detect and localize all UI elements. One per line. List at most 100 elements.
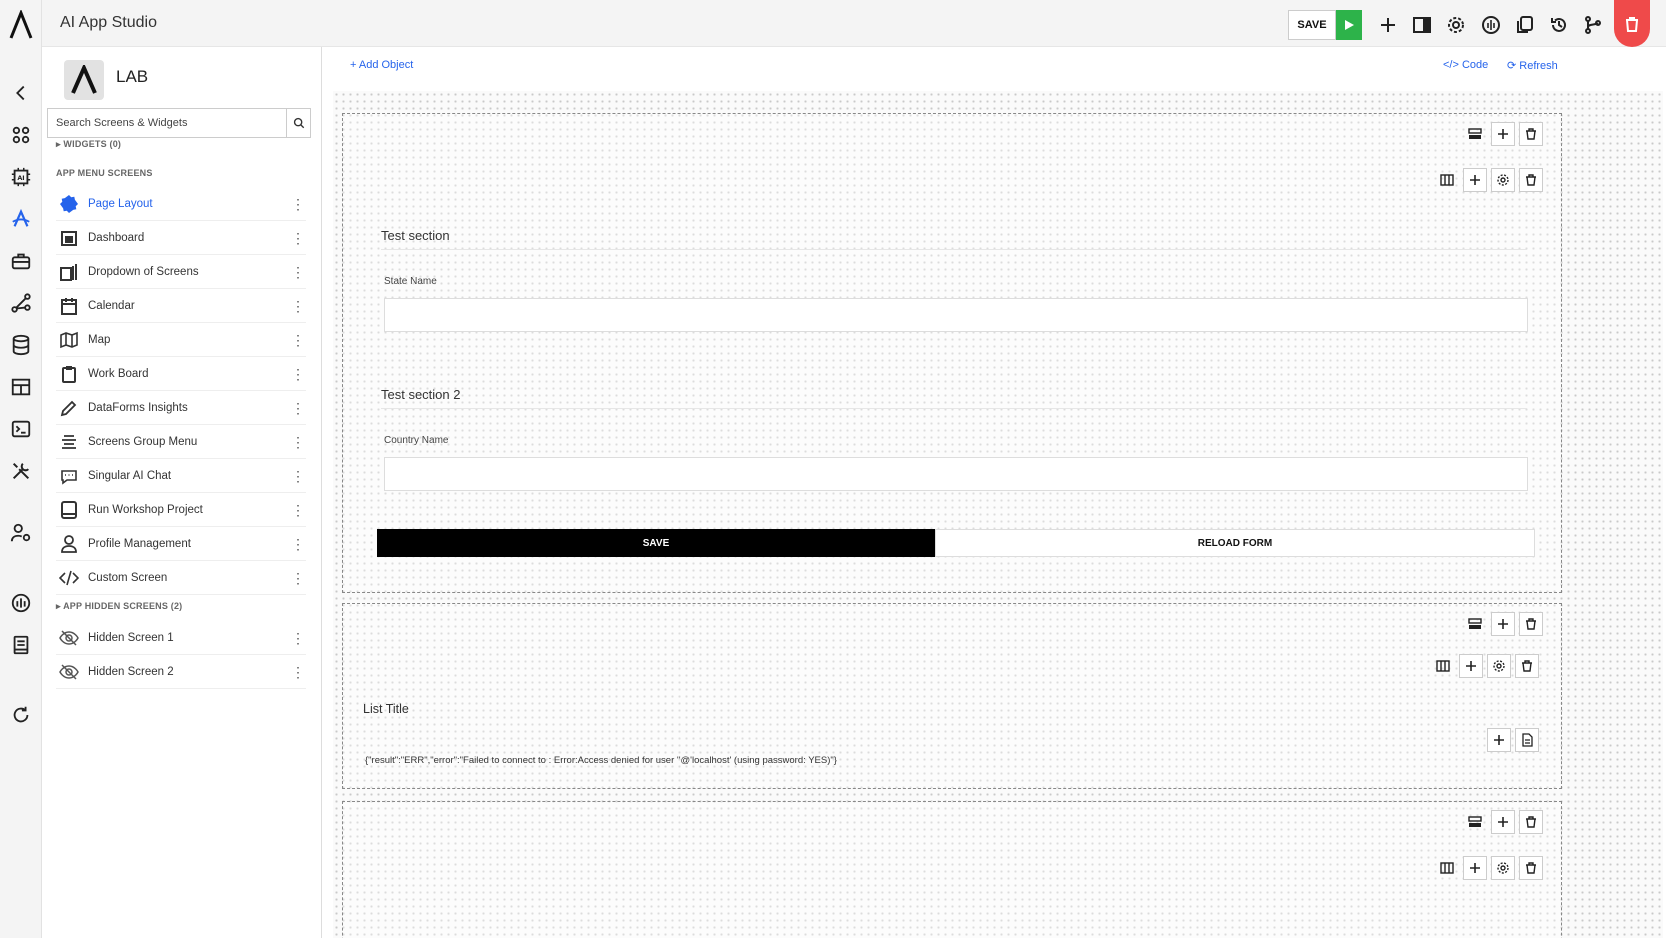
row-layout-icon[interactable] — [1463, 810, 1487, 834]
row-layout-icon[interactable] — [1463, 612, 1487, 636]
sidebar-item-profile-management[interactable]: Profile Management ⋮ — [56, 527, 306, 561]
widgets-group-toggle[interactable]: ▸ WIDGETS (0) — [56, 139, 121, 150]
workflow-icon[interactable] — [6, 288, 36, 318]
toolbar-save-button[interactable]: SAVE — [1288, 10, 1336, 40]
list-block[interactable]: List Title {"result":"ERR","error":"Fail… — [342, 603, 1562, 789]
play-icon[interactable] — [1336, 10, 1362, 40]
sidebar-item-hidden-screen-1[interactable]: Hidden Screen 1 ⋮ — [56, 621, 306, 655]
docs-icon[interactable] — [6, 630, 36, 660]
state-name-input[interactable] — [384, 298, 1528, 332]
apps-grid-icon[interactable] — [6, 120, 36, 150]
columns-icon[interactable] — [1431, 654, 1455, 678]
column-settings-icon[interactable] — [1491, 856, 1515, 880]
duplicate-icon[interactable] — [1512, 12, 1538, 38]
refresh-link[interactable]: ⟳ Refresh — [1507, 59, 1558, 72]
more-options-icon[interactable]: ⋮ — [290, 435, 306, 449]
app-studio-icon[interactable] — [6, 204, 36, 234]
more-options-icon[interactable]: ⋮ — [290, 333, 306, 347]
form-block[interactable]: Test section State Name Test section 2 C… — [342, 113, 1562, 593]
user-settings-icon[interactable] — [6, 518, 36, 548]
sidebar-item-dashboard[interactable]: Dashboard ⋮ — [56, 221, 306, 255]
add-row-icon[interactable] — [1491, 810, 1515, 834]
sidebar-item-dropdown-of-screens[interactable]: Dropdown of Screens ⋮ — [56, 255, 306, 289]
info-icon[interactable] — [1478, 12, 1504, 38]
add-item-icon[interactable] — [1487, 728, 1511, 752]
sidebar-item-label: Hidden Screen 1 — [88, 631, 174, 644]
country-name-input[interactable] — [384, 457, 1528, 491]
database-icon[interactable] — [6, 330, 36, 360]
info-circle-icon[interactable] — [6, 588, 36, 618]
columns-icon[interactable] — [1435, 168, 1459, 192]
more-options-icon[interactable]: ⋮ — [290, 299, 306, 313]
delete-column-icon[interactable] — [1519, 856, 1543, 880]
add-object-link[interactable]: + Add Object — [350, 59, 413, 71]
code-icon — [56, 565, 82, 591]
columns-icon[interactable] — [1435, 856, 1459, 880]
column-settings-icon[interactable] — [1491, 168, 1515, 192]
sidebar-item-work-board[interactable]: Work Board ⋮ — [56, 357, 306, 391]
code-link[interactable]: </> Code — [1443, 59, 1488, 71]
sidebar-item-map[interactable]: Map ⋮ — [56, 323, 306, 357]
history-icon[interactable] — [1546, 12, 1572, 38]
document-icon[interactable] — [1515, 728, 1539, 752]
delete-trash-icon[interactable] — [1614, 0, 1650, 47]
add-column-icon[interactable] — [1463, 856, 1487, 880]
add-column-icon[interactable] — [1463, 168, 1487, 192]
hidden-group-toggle[interactable]: ▸ APP HIDDEN SCREENS (2) — [56, 601, 182, 612]
form-save-button[interactable]: SAVE — [377, 529, 935, 557]
delete-row-icon[interactable] — [1519, 612, 1543, 636]
more-options-icon[interactable]: ⋮ — [290, 665, 306, 679]
sidebar-item-singular-ai-chat[interactable]: Singular AI Chat ⋮ — [56, 459, 306, 493]
more-options-icon[interactable]: ⋮ — [290, 571, 306, 585]
settings-gear-icon[interactable] — [1443, 12, 1469, 38]
terminal-icon[interactable] — [6, 414, 36, 444]
delete-row-icon[interactable] — [1519, 122, 1543, 146]
sidebar-item-custom-screen[interactable]: Custom Screen ⋮ — [56, 561, 306, 595]
layout-canvas[interactable]: Test section State Name Test section 2 C… — [333, 91, 1663, 938]
more-options-icon[interactable]: ⋮ — [290, 537, 306, 551]
delete-column-icon[interactable] — [1519, 168, 1543, 192]
sidebar-item-page-layout[interactable]: Page Layout ⋮ — [56, 187, 306, 221]
tools-icon[interactable] — [6, 456, 36, 486]
empty-block[interactable] — [342, 801, 1562, 938]
delete-row-icon[interactable] — [1519, 810, 1543, 834]
more-options-icon[interactable]: ⋮ — [290, 401, 306, 415]
add-icon[interactable] — [1375, 12, 1401, 38]
sidebar-item-screens-group-menu[interactable]: Screens Group Menu ⋮ — [56, 425, 306, 459]
app-logo[interactable] — [8, 8, 34, 40]
add-row-icon[interactable] — [1491, 122, 1515, 146]
sidebar-item-hidden-screen-2[interactable]: Hidden Screen 2 ⋮ — [56, 655, 306, 689]
section-title: Test section 2 — [381, 387, 461, 402]
more-options-icon[interactable]: ⋮ — [290, 469, 306, 483]
sidebar-item-label: Map — [88, 333, 111, 346]
more-options-icon[interactable]: ⋮ — [290, 231, 306, 245]
refresh-icon[interactable] — [6, 700, 36, 730]
more-options-icon[interactable]: ⋮ — [290, 503, 306, 517]
column-settings-icon[interactable] — [1487, 654, 1511, 678]
sidebar-item-run-workshop-project[interactable]: Run Workshop Project ⋮ — [56, 493, 306, 527]
reload-form-button[interactable]: RELOAD FORM — [935, 529, 1535, 557]
ai-chip-icon[interactable]: AI — [6, 162, 36, 192]
branch-icon[interactable] — [1580, 12, 1606, 38]
more-options-icon[interactable]: ⋮ — [290, 367, 306, 381]
panel-toggle-icon[interactable] — [1409, 12, 1435, 38]
sidebar-item-label: Page Layout — [88, 197, 153, 210]
add-column-icon[interactable] — [1459, 654, 1483, 678]
more-options-icon[interactable]: ⋮ — [290, 631, 306, 645]
delete-column-icon[interactable] — [1515, 654, 1539, 678]
sidebar-item-dataforms-insights[interactable]: DataForms Insights ⋮ — [56, 391, 306, 425]
toolbox-icon[interactable] — [6, 246, 36, 276]
search-box — [47, 108, 311, 138]
back-icon[interactable] — [6, 78, 36, 108]
column-controls — [1431, 654, 1539, 678]
add-row-icon[interactable] — [1491, 612, 1515, 636]
sidebar-item-label: Screens Group Menu — [88, 435, 198, 448]
more-options-icon[interactable]: ⋮ — [290, 197, 306, 211]
search-icon[interactable] — [286, 109, 310, 137]
badge-icon — [56, 191, 82, 217]
more-options-icon[interactable]: ⋮ — [290, 265, 306, 279]
sidebar-item-calendar[interactable]: Calendar ⋮ — [56, 289, 306, 323]
row-layout-icon[interactable] — [1463, 122, 1487, 146]
table-icon[interactable] — [6, 372, 36, 402]
search-input[interactable] — [48, 109, 286, 137]
